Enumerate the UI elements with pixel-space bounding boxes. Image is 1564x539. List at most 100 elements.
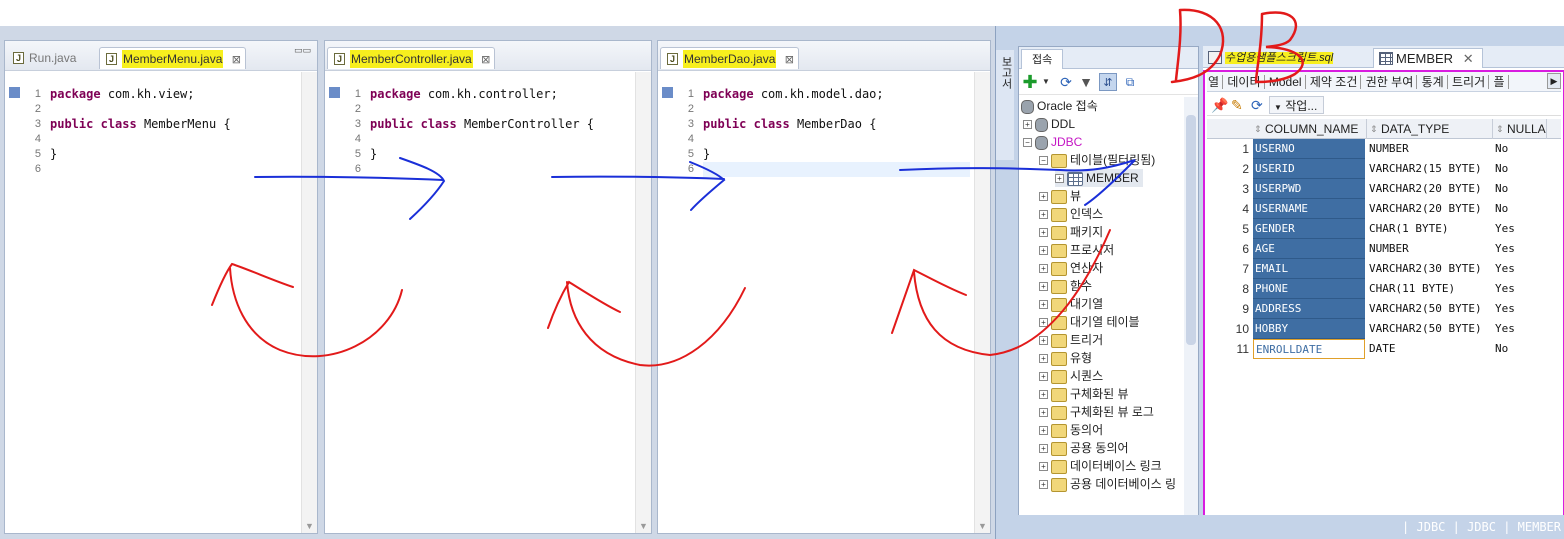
expand-icon[interactable]: + xyxy=(1039,282,1048,292)
tab-member-dao-java[interactable]: J MemberDao.java ⊠ xyxy=(660,47,799,69)
row-number[interactable]: 4 xyxy=(1207,199,1251,219)
subtab-more[interactable]: 플 xyxy=(1492,75,1509,89)
code-editor[interactable]: 1 2 3 4 5 6 package com.kh.controller; p… xyxy=(325,72,651,533)
cell-nullable[interactable]: No xyxy=(1493,159,1547,179)
table-row[interactable]: 6 AGE NUMBER Yes xyxy=(1207,239,1561,259)
refresh-icon[interactable]: ⟳ xyxy=(1057,73,1075,91)
tree-node-mview-logs[interactable]: + 구체화된 뷰 로그 xyxy=(1039,403,1154,421)
tab-connections[interactable]: 접속 xyxy=(1021,49,1064,69)
cell-nullable[interactable]: Yes xyxy=(1493,219,1547,239)
expand-icon[interactable]: + xyxy=(1039,336,1048,346)
expand-icon[interactable]: + xyxy=(1039,228,1048,238)
tab-member-table[interactable]: MEMBER ✕ xyxy=(1373,48,1483,68)
scroll-down-icon[interactable]: ▼ xyxy=(978,521,987,531)
row-number[interactable]: 11 xyxy=(1207,339,1251,359)
filter-icon[interactable]: ▼ xyxy=(1077,73,1095,91)
cell-nullable[interactable]: Yes xyxy=(1493,279,1547,299)
cell-data-type[interactable]: VARCHAR2(20 BYTE) xyxy=(1367,179,1491,199)
schema-browser-icon[interactable]: ⇵ xyxy=(1099,73,1117,91)
scroll-down-icon[interactable]: ▼ xyxy=(639,521,648,531)
close-icon[interactable]: ⊠ xyxy=(481,54,490,66)
tree-node-tables[interactable]: − 테이블(필터링됨) xyxy=(1039,151,1155,169)
scroll-thumb[interactable] xyxy=(1186,115,1196,345)
tree-node-queue-tables[interactable]: + 대기열 테이블 xyxy=(1039,313,1140,331)
collapse-icon[interactable]: ⧉ xyxy=(1121,73,1139,91)
tree-node-member-table[interactable]: + MEMBER xyxy=(1055,169,1143,187)
tree-node-operators[interactable]: + 연산자 xyxy=(1039,259,1103,277)
tree-node-mviews[interactable]: + 구체화된 뷰 xyxy=(1039,385,1129,403)
cell-data-type[interactable]: VARCHAR2(30 BYTE) xyxy=(1367,259,1491,279)
tab-sample-script-sql[interactable]: 수업용샘플스크립트.sql xyxy=(1203,48,1341,68)
tree-node-procedures[interactable]: + 프로시저 xyxy=(1039,241,1114,259)
cell-column-name[interactable]: USERPWD xyxy=(1253,179,1365,199)
tree-node-types[interactable]: + 유형 xyxy=(1039,349,1092,367)
expand-icon[interactable]: + xyxy=(1039,390,1048,400)
tree-node-sequences[interactable]: + 시퀀스 xyxy=(1039,367,1103,385)
table-row[interactable]: 10 HOBBY VARCHAR2(50 BYTE) Yes xyxy=(1207,319,1561,339)
table-row[interactable]: 7 EMAIL VARCHAR2(30 BYTE) Yes xyxy=(1207,259,1561,279)
code-editor[interactable]: 1 2 3 4 5 6 package com.kh.model.dao; pu… xyxy=(658,72,990,533)
cell-column-name[interactable]: AGE xyxy=(1253,239,1365,259)
dropdown-icon[interactable]: ▼ xyxy=(1037,73,1055,91)
reports-side-strip[interactable]: 보고서 xyxy=(996,50,1014,160)
subtab-grants[interactable]: 권한 부여 xyxy=(1364,75,1418,89)
vertical-scrollbar[interactable]: ▼ xyxy=(635,72,651,533)
expand-icon[interactable]: + xyxy=(1039,210,1048,220)
row-number[interactable]: 2 xyxy=(1207,159,1251,179)
tree-node-queues[interactable]: + 대기열 xyxy=(1039,295,1103,313)
cell-nullable[interactable]: Yes xyxy=(1493,259,1547,279)
tab-member-menu-java[interactable]: J MemberMenu.java ⊠ xyxy=(99,47,246,69)
cell-column-name[interactable]: ENROLLDATE xyxy=(1253,339,1365,359)
expand-icon[interactable]: + xyxy=(1039,246,1048,256)
cell-nullable[interactable]: No xyxy=(1493,199,1547,219)
cell-data-type[interactable]: VARCHAR2(50 BYTE) xyxy=(1367,319,1491,339)
tree-vertical-scrollbar[interactable] xyxy=(1184,97,1198,519)
cell-column-name[interactable]: PHONE xyxy=(1253,279,1365,299)
code-editor[interactable]: 1 2 3 4 5 6 package com.kh.view; public … xyxy=(5,72,317,533)
tree-node-functions[interactable]: + 함수 xyxy=(1039,277,1092,295)
cell-nullable[interactable]: No xyxy=(1493,139,1547,159)
expand-icon[interactable]: + xyxy=(1039,264,1048,274)
expand-icon[interactable]: + xyxy=(1039,480,1048,490)
minimize-icon[interactable]: ▭▭ xyxy=(294,45,311,56)
subtab-statistics[interactable]: 통계 xyxy=(1420,75,1448,89)
tree-node-db-links[interactable]: + 데이터베이스 링크 xyxy=(1039,457,1162,475)
cell-column-name[interactable]: HOBBY xyxy=(1253,319,1365,339)
cell-data-type[interactable]: NUMBER xyxy=(1367,139,1491,159)
vertical-scrollbar[interactable]: ▼ xyxy=(974,72,990,533)
tree-node-synonyms[interactable]: + 동의어 xyxy=(1039,421,1103,439)
expand-icon[interactable]: + xyxy=(1039,372,1048,382)
row-number[interactable]: 1 xyxy=(1207,139,1251,159)
header-column-name[interactable]: ⇕ COLUMN_NAME xyxy=(1251,119,1367,139)
expand-icon[interactable]: + xyxy=(1039,192,1048,202)
cell-column-name[interactable]: USERID xyxy=(1253,159,1365,179)
cell-data-type[interactable]: VARCHAR2(15 BYTE) xyxy=(1367,159,1491,179)
cell-data-type[interactable]: VARCHAR2(20 BYTE) xyxy=(1367,199,1491,219)
cell-data-type[interactable]: CHAR(1 BYTE) xyxy=(1367,219,1491,239)
table-row[interactable]: 11 ENROLLDATE DATE No xyxy=(1207,339,1561,359)
tree-node-ddl[interactable]: + DDL xyxy=(1023,115,1075,133)
tab-run-java[interactable]: J Run.java xyxy=(7,47,80,69)
cell-column-name[interactable]: ADDRESS xyxy=(1253,299,1365,319)
vertical-scrollbar[interactable]: ▼ xyxy=(301,72,317,533)
tree-node-jdbc[interactable]: − JDBC xyxy=(1023,133,1082,151)
scroll-down-icon[interactable]: ▼ xyxy=(305,521,314,531)
row-number[interactable]: 8 xyxy=(1207,279,1251,299)
row-number[interactable]: 6 xyxy=(1207,239,1251,259)
cell-column-name[interactable]: GENDER xyxy=(1253,219,1365,239)
expand-icon[interactable]: + xyxy=(1039,462,1048,472)
expand-icon[interactable]: + xyxy=(1039,318,1048,328)
cell-data-type[interactable]: NUMBER xyxy=(1367,239,1491,259)
tree-node-packages[interactable]: + 패키지 xyxy=(1039,223,1103,241)
scroll-right-icon[interactable]: ▶ xyxy=(1547,73,1561,89)
collapse-tree-icon[interactable]: − xyxy=(1023,138,1032,148)
expand-icon[interactable]: + xyxy=(1039,444,1048,454)
subtab-columns[interactable]: 열 xyxy=(1207,75,1224,89)
tree-node-views[interactable]: + 뷰 xyxy=(1039,187,1081,205)
table-row[interactable]: 4 USERNAME VARCHAR2(20 BYTE) No xyxy=(1207,199,1561,219)
close-icon[interactable]: ⊠ xyxy=(232,54,241,66)
cell-column-name[interactable]: EMAIL xyxy=(1253,259,1365,279)
cell-nullable[interactable]: Yes xyxy=(1493,319,1547,339)
close-icon[interactable]: ✕ xyxy=(1463,51,1474,66)
subtab-model[interactable]: Model xyxy=(1267,75,1306,89)
